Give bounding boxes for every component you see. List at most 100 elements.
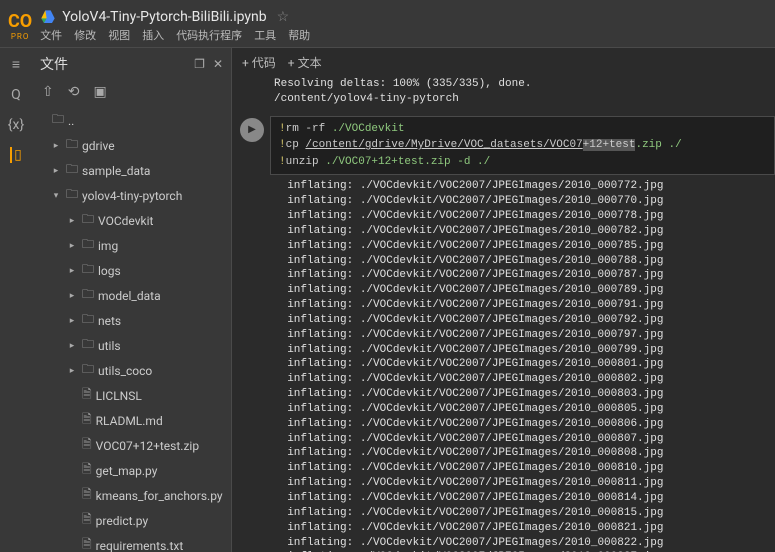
file-row[interactable]: 🗎get_map.py [32, 458, 231, 483]
main-area: ≡ Q {x} ▯ 文件 ❐ ✕ ⇧ ⟲ ▣ 🗀.. ▸ 🗀 gdrive ▸ 🗀 sample_dat… [0, 48, 775, 552]
menu-插入[interactable]: 插入 [142, 27, 164, 43]
tree-label: img [98, 239, 118, 253]
folder-row[interactable]: ▸🗀model_data [32, 283, 231, 308]
code-line[interactable]: !cp /content/gdrive/MyDrive/VOC_datasets… [279, 137, 766, 154]
mount-drive-icon[interactable]: ▣ [93, 84, 106, 100]
tree-arrow-icon[interactable]: ▸ [66, 291, 78, 301]
folder-row[interactable]: ▸🗀logs [32, 258, 231, 283]
tree-arrow-icon[interactable]: ▸ [66, 216, 78, 226]
folder-row[interactable]: 🗀.. [32, 108, 231, 133]
run-cell-button[interactable]: ▶ [240, 118, 264, 142]
folder-icon: 🗀 [66, 160, 78, 181]
folder-icon: 🗀 [52, 110, 64, 131]
file-row[interactable]: 🗎 VOC07+12+test.zip [32, 433, 231, 458]
output-line: inflating: ./VOCdevkit/VOC2007/JPEGImage… [274, 239, 775, 254]
output-line: /content/yolov4-tiny-pytorch [238, 92, 775, 107]
drive-icon [40, 9, 56, 25]
file-icon: 🗎 [82, 485, 92, 506]
notebook-content[interactable]: Resolving deltas: 100% (335/335), done./… [232, 77, 775, 552]
menu-工具[interactable]: 工具 [254, 27, 276, 43]
refresh-icon[interactable]: ⟲ [68, 84, 80, 100]
folder-row[interactable]: ▸ 🗀 utils [32, 333, 231, 358]
file-row[interactable]: 🗎kmeans_for_anchors.py [32, 483, 231, 508]
tree-label: logs [98, 264, 121, 278]
tree-label: VOC07+12+test.zip [96, 439, 199, 453]
star-icon[interactable]: ☆ [277, 9, 290, 25]
folder-icon: 🗀 [82, 310, 94, 331]
output-line: inflating: ./VOCdevkit/VOC2007/JPEGImage… [274, 521, 775, 536]
output-line: inflating: ./VOCdevkit/VOC2007/JPEGImage… [274, 343, 775, 358]
tree-arrow-icon[interactable]: ▸ [50, 166, 62, 176]
code-cell[interactable]: ▶ !rm -rf ./VOCdevkit!cp /content/gdrive… [238, 116, 775, 176]
tree-arrow-icon[interactable]: ▾ [50, 191, 62, 201]
colab-logo: CO PRO [8, 11, 32, 41]
file-row[interactable]: 🗎 predict.py [32, 508, 231, 533]
menu-代码执行程序[interactable]: 代码执行程序 [176, 27, 242, 43]
tree-label: yolov4-tiny-pytorch [82, 189, 182, 203]
tree-label: requirements.txt [96, 539, 184, 552]
menu-帮助[interactable]: 帮助 [288, 27, 310, 43]
tree-arrow-icon[interactable]: ▸ [66, 241, 78, 251]
folder-icon: 🗀 [82, 335, 94, 356]
output-line: inflating: ./VOCdevkit/VOC2007/JPEGImage… [274, 328, 775, 343]
output-line: inflating: ./VOCdevkit/VOC2007/JPEGImage… [274, 506, 775, 521]
output-line: inflating: ./VOCdevkit/VOC2007/JPEGImage… [274, 209, 775, 224]
file-icon: 🗎 [82, 435, 92, 456]
tree-arrow-icon[interactable]: ▸ [66, 366, 78, 376]
menu-视图[interactable]: 视图 [108, 27, 130, 43]
folder-row[interactable]: ▸ 🗀 gdrive [32, 133, 231, 158]
tree-label: gdrive [82, 139, 115, 153]
tree-label: sample_data [82, 164, 150, 178]
file-icon: 🗎 [82, 510, 92, 531]
tree-label: VOCdevkit [98, 214, 153, 228]
output-line: inflating: ./VOCdevkit/VOC2007/JPEGImage… [274, 372, 775, 387]
menu-icon[interactable]: ≡ [12, 56, 20, 73]
tree-label: model_data [98, 289, 161, 303]
folder-row[interactable]: ▸ 🗀 VOCdevkit [32, 208, 231, 233]
search-icon[interactable]: Q [11, 87, 21, 103]
file-row[interactable]: 🗎 requirements.txt [32, 533, 231, 552]
tree-arrow-icon[interactable]: ▸ [66, 266, 78, 276]
cell-editor[interactable]: !rm -rf ./VOCdevkit!cp /content/gdrive/M… [270, 116, 775, 176]
code-line[interactable]: !unzip ./VOC07+12+test.zip -d ./ [279, 154, 766, 171]
notebook-title[interactable]: YoloV4-Tiny-Pytorch-BiliBili.ipynb [62, 9, 266, 25]
output-line: inflating: ./VOCdevkit/VOC2007/JPEGImage… [274, 268, 775, 283]
code-line[interactable]: !rm -rf ./VOCdevkit [279, 121, 766, 138]
output-line: inflating: ./VOCdevkit/VOC2007/JPEGImage… [274, 194, 775, 209]
menu-修改[interactable]: 修改 [74, 27, 96, 43]
tree-label: predict.py [96, 514, 148, 528]
notebook-area: + 代码 + 文本 Resolving deltas: 100% (335/335… [232, 48, 775, 552]
output-line: inflating: ./VOCdevkit/VOC2007/JPEGImage… [274, 254, 775, 269]
file-row[interactable]: 🗎LICLNSL [32, 383, 231, 408]
tree-arrow-icon[interactable]: ▸ [66, 316, 78, 326]
files-icon[interactable]: ▯ [10, 147, 22, 163]
folder-icon: 🗀 [82, 210, 94, 231]
close-icon[interactable]: ✕ [213, 57, 223, 71]
popout-icon[interactable]: ❐ [194, 57, 205, 71]
upload-icon[interactable]: ⇧ [42, 84, 54, 100]
tree-arrow-icon[interactable]: ▸ [50, 141, 62, 151]
menu-文件[interactable]: 文件 [40, 27, 62, 43]
file-tree[interactable]: 🗀..▸🗀gdrive▸🗀sample_data▾🗀yolov4-tiny-py… [32, 106, 231, 552]
folder-row[interactable]: ▸🗀nets [32, 308, 231, 333]
file-icon: 🗎 [82, 535, 92, 552]
file-row[interactable]: 🗎RLADML.md [32, 408, 231, 433]
file-panel-title: 文件 [40, 54, 178, 74]
folder-row[interactable]: ▾🗀yolov4-tiny-pytorch [32, 183, 231, 208]
left-rail: ≡ Q {x} ▯ [0, 48, 32, 552]
notebook-toolbar: + 代码 + 文本 [232, 48, 775, 77]
app-header: CO PRO YoloV4-Tiny-Pytorch-BiliBili.ipyn… [0, 0, 775, 48]
folder-row[interactable]: ▸ 🗀 sample_data [32, 158, 231, 183]
output-line: inflating: ./VOCdevkit/VOC2007/JPEGImage… [274, 313, 775, 328]
output-line: inflating: ./VOCdevkit/VOC2007/JPEGImage… [274, 432, 775, 447]
folder-row[interactable]: ▸🗀utils_coco [32, 358, 231, 383]
tree-arrow-icon[interactable]: ▸ [66, 341, 78, 351]
add-code-button[interactable]: + 代码 [242, 54, 276, 71]
folder-icon: 🗀 [82, 235, 94, 256]
tree-label: utils [98, 339, 121, 353]
folder-icon: 🗀 [66, 135, 78, 156]
folder-row[interactable]: ▸ 🗀 img [32, 233, 231, 258]
add-text-button[interactable]: + 文本 [288, 54, 322, 71]
tree-label: LICLNSL [96, 389, 142, 403]
vars-icon[interactable]: {x} [8, 117, 24, 133]
